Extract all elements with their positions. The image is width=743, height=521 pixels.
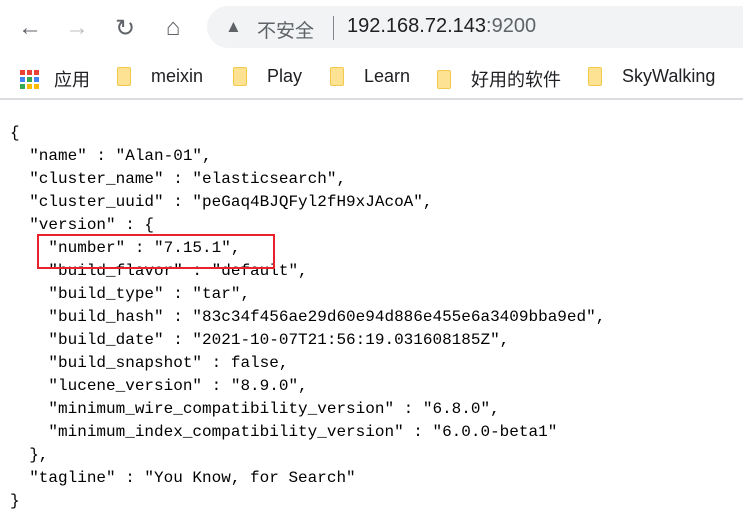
folder-icon [437, 69, 451, 89]
bookmark-label: SkyWalking [622, 66, 716, 86]
bookmark-label: 应用 [54, 70, 90, 90]
json-line: "build_hash" : "83c34f456ae29d60e94d886e… [10, 308, 606, 326]
bookmark-play[interactable]: Play [233, 66, 302, 87]
bookmark-skywalking[interactable]: SkyWalking [588, 66, 715, 87]
json-line: { [10, 124, 20, 142]
bookmark-label: Learn [364, 66, 411, 86]
json-line: "build_snapshot" : false, [10, 354, 289, 372]
json-response: { "name" : "Alan-01", "cluster_name" : "… [10, 122, 605, 513]
json-line: "build_type" : "tar", [10, 285, 251, 303]
forward-button[interactable]: → [61, 12, 93, 44]
json-line: "tagline" : "You Know, for Search" [10, 469, 356, 487]
reload-button[interactable]: ↻ [109, 12, 141, 44]
arrow-right-icon: → [65, 14, 89, 41]
url-port: :9200 [486, 15, 537, 37]
arrow-left-icon: ← [18, 14, 42, 41]
json-line: "cluster_uuid" : "peGaq4BJQFyl2fH9xJAcoA… [10, 193, 433, 211]
json-line: "lucene_version" : "8.9.0", [10, 377, 308, 395]
security-label[interactable]: 不安全 [257, 16, 314, 43]
json-line: "cluster_name" : "elasticsearch", [10, 170, 347, 188]
apps-grid-icon [20, 69, 39, 89]
bookmark-useful-software[interactable]: 好用的软件 [437, 66, 561, 92]
json-line: "build_date" : "2021-10-07T21:56:19.0316… [10, 331, 510, 349]
home-icon: ⌂ [165, 14, 181, 41]
reload-icon: ↻ [114, 14, 136, 42]
divider [333, 16, 334, 40]
folder-icon [588, 67, 602, 86]
json-line: }, [10, 446, 49, 464]
browser-toolbar: ← → ↻ ⌂ ▲ 不安全 192.168.72.143:9200 [0, 0, 743, 56]
bookmark-label: meixin [151, 66, 204, 86]
folder-icon [117, 67, 131, 86]
highlight-box [37, 234, 275, 269]
bookmark-learn[interactable]: Learn [330, 66, 410, 87]
bookmark-meixin[interactable]: meixin [117, 66, 203, 87]
json-line: "minimum_index_compatibility_version" : … [10, 423, 558, 441]
bookmark-label: 好用的软件 [471, 70, 561, 90]
url-text[interactable]: 192.168.72.143:9200 [347, 15, 536, 38]
address-bar[interactable]: ▲ 不安全 192.168.72.143:9200 [207, 6, 743, 48]
json-line: } [10, 492, 20, 510]
folder-icon [233, 67, 247, 86]
json-line: "version" : { [10, 216, 155, 234]
bookmarks-bar: 应用 meixin Play Learn 好用的软件 SkyWalking [0, 56, 743, 100]
home-button[interactable]: ⌂ [157, 12, 189, 44]
back-button[interactable]: ← [14, 12, 46, 44]
json-line: "minimum_wire_compatibility_version" : "… [10, 400, 500, 418]
url-host: 192.168.72.143 [347, 15, 487, 37]
folder-icon [330, 67, 344, 86]
json-line: "name" : "Alan-01", [10, 147, 212, 165]
bookmark-apps[interactable]: 应用 [20, 66, 90, 92]
bookmark-label: Play [267, 66, 303, 86]
warning-icon[interactable]: ▲ [225, 17, 242, 37]
